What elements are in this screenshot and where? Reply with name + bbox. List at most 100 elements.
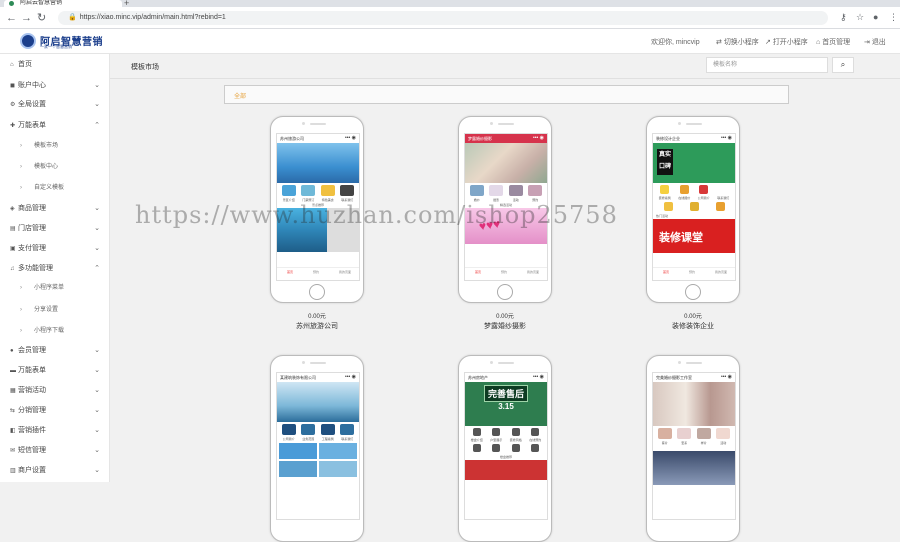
template-price: 0.00元 — [308, 314, 326, 320]
logo[interactable]: 阿启智慧营销 一家一个智慧营销 — [20, 32, 103, 50]
phone-home-button — [497, 284, 513, 300]
sidebar-subitem-template-center[interactable]: › 模板中心 — [0, 157, 110, 178]
sidebar-subitem-download[interactable]: › 小程序下载 — [0, 321, 110, 342]
preview-title: 苏州旅游公司 ••• ◉ — [277, 134, 359, 143]
star-icon[interactable]: ☆ — [856, 12, 864, 23]
search-icon: ⌕ — [840, 60, 846, 69]
template-price: 0.00元 — [684, 314, 702, 320]
sidebar-item-forms[interactable]: ✚ 万能表单 ⌃ — [0, 115, 110, 136]
chevron-down-icon: ⌄ — [94, 367, 100, 374]
preview-banner — [465, 143, 547, 183]
sidebar-subitem-menu[interactable]: › 小程序菜单 — [0, 278, 110, 299]
sidebar-subitem-template-market[interactable]: › 模板市场 — [0, 136, 110, 157]
sidebar-item-universal-form[interactable]: ▬ 万能表单 ⌄ — [0, 360, 110, 381]
phone-speaker — [686, 362, 702, 364]
forward-icon[interactable]: → — [21, 12, 32, 24]
template-preview: 某建筑装饰有限公司 ••• ◉ 公司简介 业务范围 工程案例 联系我们 — [276, 372, 360, 520]
phone-camera — [678, 361, 681, 364]
url-field[interactable]: 🔒 https://xiao.minc.vip/admin/main.html?r… — [58, 11, 828, 25]
wallet-icon: ▣ — [10, 246, 16, 252]
chevron-down-icon: ⌄ — [94, 245, 100, 252]
key-icon[interactable]: ⚷ — [840, 12, 847, 23]
share-icon: ⇆ — [10, 408, 16, 414]
cart-icon: ▦ — [10, 388, 16, 394]
back-icon[interactable]: ← — [6, 12, 17, 24]
filter-bar: 全部 — [224, 85, 789, 104]
sidebar-item-plugins[interactable]: ◧ 营销插件 ⌄ — [0, 420, 110, 441]
phone-camera — [302, 122, 305, 125]
sidebar-item-account[interactable]: ◼ 账户中心 ⌄ — [0, 75, 110, 96]
preview-tabbar: 首页 预约 我的页面 — [653, 267, 735, 280]
preview-feature-row2 — [277, 461, 359, 477]
phone-speaker — [310, 123, 326, 125]
chevron-down-icon: ⌄ — [94, 82, 100, 89]
sidebar-item-distribution[interactable]: ⇆ 分销管理 ⌄ — [0, 400, 110, 421]
chevron-down-icon: ⌄ — [94, 101, 100, 108]
chevron-down-icon: ⌄ — [94, 205, 100, 212]
logout-button[interactable]: ⇥ 退出 — [864, 37, 886, 47]
divider — [110, 78, 900, 79]
template-preview: 装修设计企业 ••• ◉ 真实口碑 装修案例 在线报价 公司简介 联系我们 热门活动 装… — [652, 133, 736, 281]
sidebar-subitem-custom-template[interactable]: › 自定义模板 — [0, 178, 110, 199]
preview-feature — [465, 460, 547, 480]
banner-text: 真实口碑 — [657, 149, 673, 175]
sidebar-item-members[interactable]: ● 会员管理 ⌄ — [0, 340, 110, 361]
template-card[interactable]: 完美婚纱摄影工作室 ••• ◉ 客片 套系 样片 活动 — [646, 355, 740, 542]
sidebar-item-settings[interactable]: ⚙ 全局设置 ⌄ — [0, 94, 110, 115]
chevron-down-icon: ⌄ — [94, 427, 100, 434]
sidebar-item-home[interactable]: ⌂ 首页 — [0, 54, 110, 75]
chevron-right-icon: › — [20, 307, 22, 313]
filter-all[interactable]: 全部 — [234, 91, 246, 100]
open-button[interactable]: ↗ 打开小程序 — [765, 37, 808, 47]
preview-menu-row2 — [653, 200, 735, 213]
url-text: https://xiao.minc.vip/admin/main.html?re… — [79, 14, 226, 21]
favicon-icon — [9, 1, 14, 6]
chevron-right-icon: › — [20, 285, 22, 291]
sidebar: ⌂ 首页 ◼ 账户中心 ⌄ ⚙ 全局设置 ⌄ ✚ 万能表单 ⌃ › 模板市场 › 模板中心 › 自定… — [0, 54, 110, 482]
sidebar-item-payment[interactable]: ▣ 支付管理 ⌄ — [0, 238, 110, 259]
browser-tab-strip: 阿启云智慧营销 + — [0, 0, 900, 8]
chevron-right-icon: › — [20, 164, 22, 170]
preview-banner — [277, 382, 359, 422]
sidebar-item-merchant[interactable]: ▥ 商户设置 ⌄ — [0, 460, 110, 481]
preview-tabbar: 首页 预约 我的页面 — [465, 267, 547, 280]
phone-camera — [490, 361, 493, 364]
phone-home-button — [685, 284, 701, 300]
chevron-down-icon: ⌄ — [94, 347, 100, 354]
template-name[interactable]: 苏州旅游公司 — [247, 321, 387, 331]
form-icon: ▬ — [10, 368, 16, 374]
plus-icon: ✚ — [10, 123, 16, 129]
template-card[interactable]: 装修设计企业 ••• ◉ 真实口碑 装修案例 在线报价 公司简介 联系我们 热门活动 装… — [646, 116, 740, 303]
sidebar-item-sms[interactable]: ✉ 短信管理 ⌄ — [0, 440, 110, 461]
template-name[interactable]: 装修装饰企业 — [623, 321, 763, 331]
template-card[interactable]: 某建筑装饰有限公司 ••• ◉ 公司简介 业务范围 工程案例 联系我们 — [270, 355, 364, 542]
switch-button[interactable]: ⇄ 切换小程序 — [716, 37, 759, 47]
reload-icon[interactable]: ↻ — [37, 12, 46, 24]
preview-banner: 完善售后 3.15 — [465, 382, 547, 426]
phone-home-button — [309, 284, 325, 300]
search-input[interactable]: 模板名称 — [706, 57, 828, 73]
chevron-right-icon: › — [20, 143, 22, 149]
profile-icon[interactable]: ● — [873, 12, 878, 22]
sidebar-item-marketing[interactable]: ▦ 营销活动 ⌄ — [0, 380, 110, 401]
logo-icon — [20, 33, 36, 49]
logout-icon: ⇥ — [864, 39, 872, 46]
browser-tab[interactable]: 阿启云智慧营销 — [4, 0, 122, 7]
sidebar-subitem-share[interactable]: › 分享设置 — [0, 300, 110, 321]
sidebar-item-goods[interactable]: ◈ 商品管理 ⌄ — [0, 198, 110, 219]
search-button[interactable]: ⌕ — [832, 57, 854, 73]
promo-text: 装修课堂 — [659, 232, 703, 244]
chevron-down-icon: ⌄ — [94, 387, 100, 394]
home-manage-button[interactable]: ⌂ 首页管理 — [816, 37, 850, 47]
chevron-right-icon: › — [20, 185, 22, 191]
watermark: https://www.huzhan.com/ishop25758 — [135, 201, 618, 229]
phone-speaker — [686, 123, 702, 125]
template-name[interactable]: 梦露婚纱摄影 — [435, 321, 575, 331]
preview-banner — [277, 143, 359, 183]
sidebar-item-stores[interactable]: ▤ 门店管理 ⌄ — [0, 218, 110, 239]
menu-icon[interactable]: ⋮ — [889, 12, 898, 23]
template-card[interactable]: 苏州房地产 ••• ◉ 完善售后 3.15 楼盘介绍 户型展示 装修风格 在线预约 楼盘… — [458, 355, 552, 542]
sidebar-item-multifunction[interactable]: ♫ 多功能管理 ⌃ — [0, 258, 110, 279]
music-icon: ♫ — [10, 266, 15, 272]
breadcrumb: 模板市场 — [131, 64, 159, 71]
